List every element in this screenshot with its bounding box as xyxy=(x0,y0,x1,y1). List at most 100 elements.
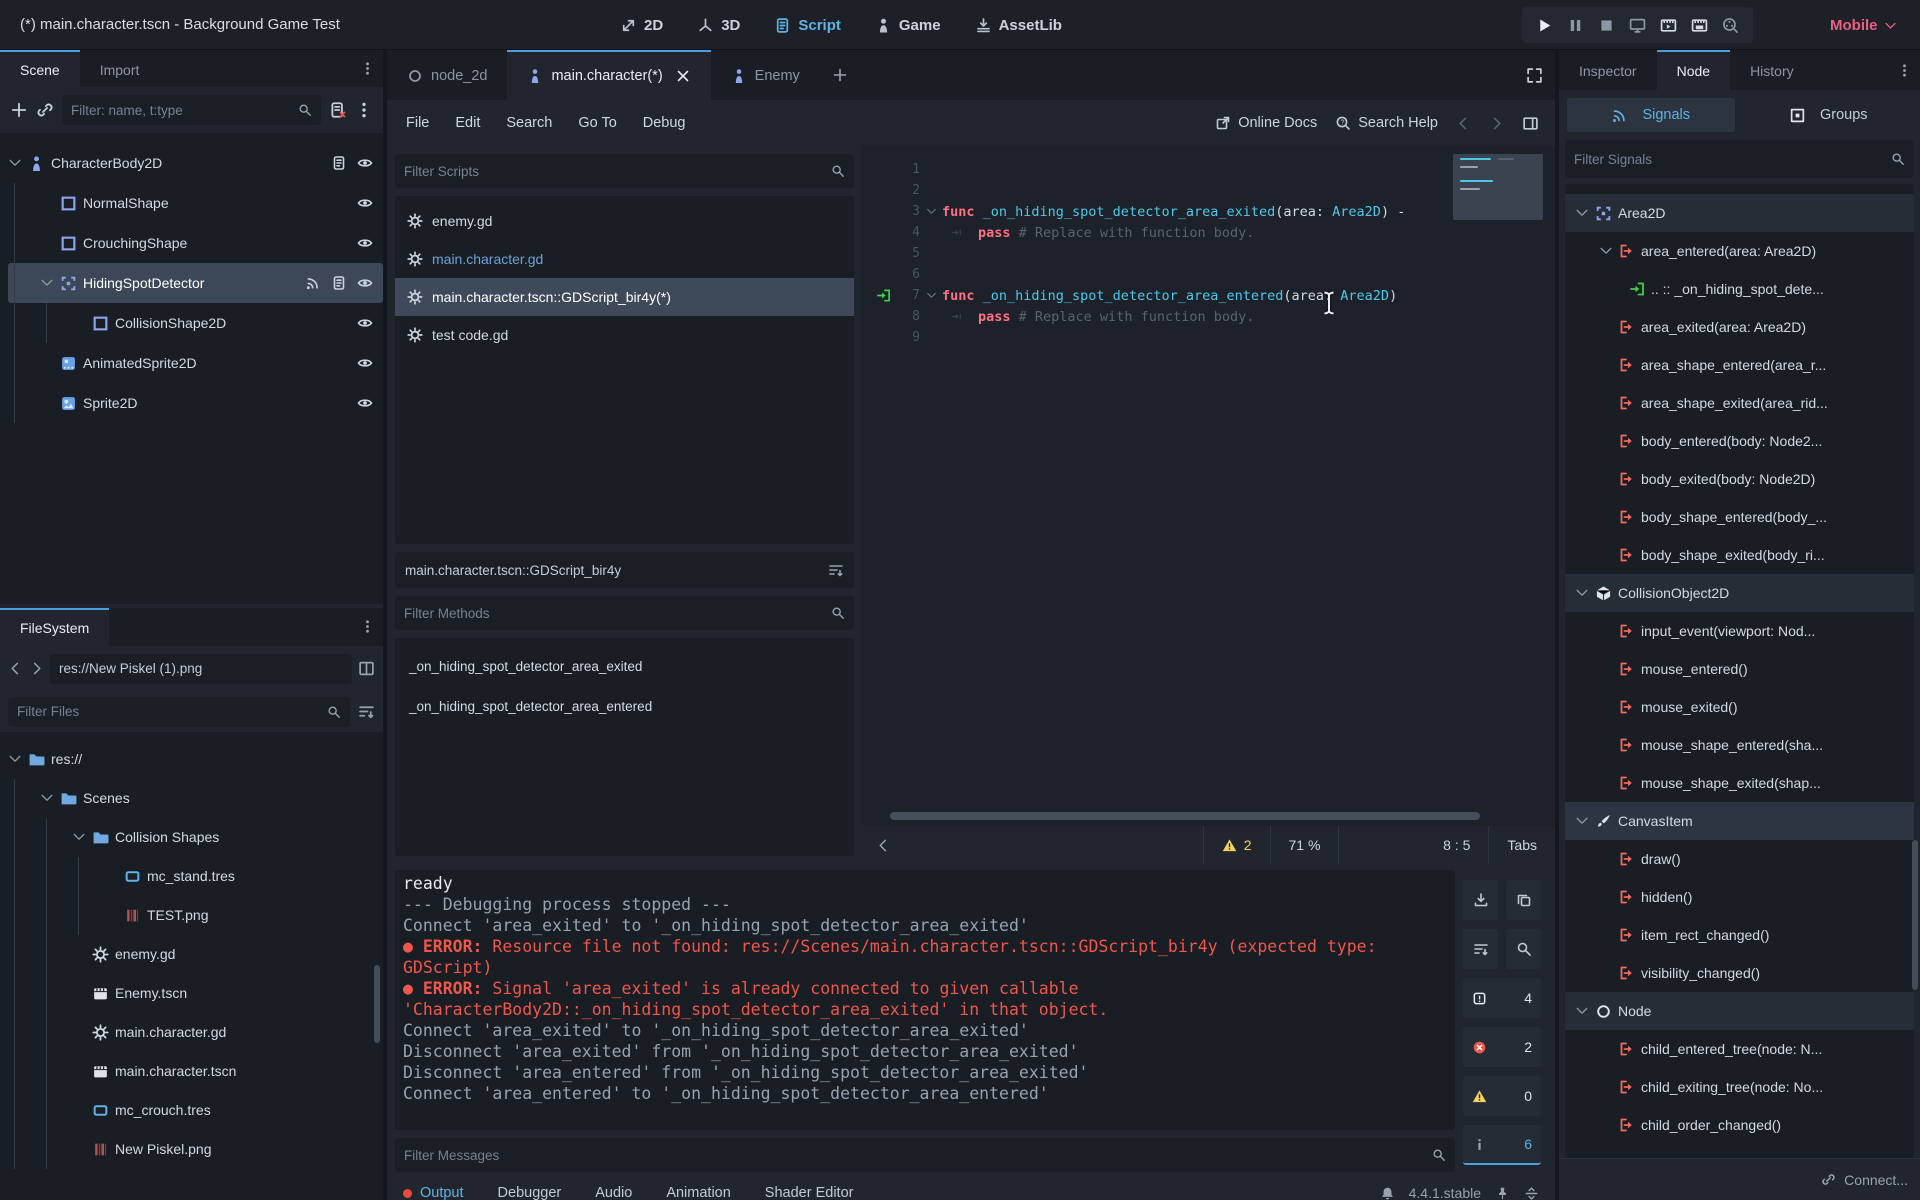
distraction-free-icon[interactable] xyxy=(1526,67,1543,84)
workspace-3d[interactable]: 3D xyxy=(697,17,740,34)
signal-mouse-exited-[interactable]: mouse_exited() xyxy=(1565,688,1914,726)
script-item-enemy-gd[interactable]: enemy.gd xyxy=(395,202,854,240)
script-forward-icon[interactable] xyxy=(1489,116,1504,131)
fold-icon[interactable] xyxy=(1575,206,1589,220)
file-scenes[interactable]: Scenes xyxy=(8,779,383,818)
indent-mode[interactable]: Tabs xyxy=(1488,826,1555,864)
run-profile-dropdown[interactable]: Mobile xyxy=(1830,0,1897,50)
file-res-[interactable]: res:// xyxy=(8,740,383,779)
notification-icon[interactable] xyxy=(1380,1186,1395,1200)
fold-icon[interactable] xyxy=(8,752,22,766)
dock-tab-node[interactable]: Node xyxy=(1657,50,1730,90)
split-view-icon[interactable] xyxy=(358,660,375,677)
eye-icon[interactable] xyxy=(357,275,373,291)
current-path-field[interactable] xyxy=(50,654,352,684)
scene-dock-menu-icon[interactable] xyxy=(360,61,375,76)
signal-body-shape-exited-body-ri-[interactable]: body_shape_exited(body_ri... xyxy=(1565,536,1914,574)
code-minimap[interactable] xyxy=(1453,154,1543,220)
signal-child-exiting-tree-node-no-[interactable]: child_exiting_tree(node: No... xyxy=(1565,1068,1914,1106)
bottom-tab-audio[interactable]: Audio xyxy=(595,1185,632,1200)
tab-groups[interactable]: Groups xyxy=(1745,98,1913,132)
dock-tab-history[interactable]: History xyxy=(1730,50,1814,90)
fold-icon[interactable] xyxy=(1575,814,1589,828)
script-item-test-code-gd[interactable]: test code.gd xyxy=(395,316,854,354)
menu-go-to[interactable]: Go To xyxy=(565,115,629,131)
collapse-scripts-panel-icon[interactable] xyxy=(876,838,891,853)
workspace-script[interactable]: Script xyxy=(774,17,841,34)
history-forward-icon[interactable] xyxy=(29,661,44,676)
play-movie-button[interactable] xyxy=(1660,17,1677,34)
scene-node-characterbody2d[interactable]: CharacterBody2D xyxy=(8,143,383,183)
signal-input-event-viewport-nod-[interactable]: input_event(viewport: Nod... xyxy=(1565,612,1914,650)
scene-tab-main-character-[interactable]: main.character(*) xyxy=(507,50,710,100)
script-item-main-character-tscn-gdscript-bir4y-[interactable]: main.character.tscn::GDScript_bir4y(*) xyxy=(395,278,854,316)
signal-body-exited-body-node2d-[interactable]: body_exited(body: Node2D) xyxy=(1565,460,1914,498)
bottom-tab-animation[interactable]: Animation xyxy=(666,1185,730,1200)
eye-icon[interactable] xyxy=(357,235,373,251)
filter-methods-field[interactable] xyxy=(395,596,854,630)
tab-filesystem[interactable]: FileSystem xyxy=(0,608,109,646)
fold-icon[interactable] xyxy=(1599,244,1613,258)
scene-node-crouchingshape[interactable]: CrouchingShape xyxy=(8,223,383,263)
file-mc-stand-tres[interactable]: mc_stand.tres xyxy=(8,857,383,896)
file-filter-input[interactable] xyxy=(17,704,321,719)
eye-icon[interactable] xyxy=(357,395,373,411)
menu-debug[interactable]: Debug xyxy=(630,115,699,131)
output-log[interactable]: ready--- Debugging process stopped ---Co… xyxy=(395,870,1455,1130)
stop-button[interactable] xyxy=(1598,17,1615,34)
file-main-character-tscn[interactable]: main.character.tscn xyxy=(8,1052,383,1091)
current-path-input[interactable] xyxy=(59,661,343,676)
signal-hidden-[interactable]: hidden() xyxy=(1565,878,1914,916)
scene-node-collisionshape2d[interactable]: CollisionShape2D xyxy=(8,303,383,343)
search-help-button[interactable]: ?Search Help xyxy=(1335,115,1438,131)
tab-scene[interactable]: Scene xyxy=(0,50,80,87)
connect-button[interactable]: Connect... xyxy=(1813,1166,1916,1194)
signal-draw-[interactable]: draw() xyxy=(1565,840,1914,878)
filter-messages-field[interactable] xyxy=(395,1138,1455,1172)
movie-maker-button[interactable] xyxy=(1722,17,1739,34)
file-main-character-gd[interactable]: main.character.gd xyxy=(8,1013,383,1052)
menu-edit[interactable]: Edit xyxy=(442,115,493,131)
node-dock-menu-icon[interactable] xyxy=(1897,63,1912,78)
signal-item-rect-changed-[interactable]: item_rect_changed() xyxy=(1565,916,1914,954)
warnings-filter[interactable]: 0 xyxy=(1463,1076,1541,1116)
workspace-game[interactable]: Game xyxy=(875,17,941,34)
bottom-tab-output[interactable]: Output xyxy=(403,1185,464,1200)
eye-icon[interactable] xyxy=(357,315,373,331)
filter-signals-input[interactable] xyxy=(1574,152,1885,167)
dock-tab-inspector[interactable]: Inspector xyxy=(1559,50,1657,90)
scene-tab-node-2d[interactable]: node_2d xyxy=(387,50,507,100)
script-back-icon[interactable] xyxy=(1456,116,1471,131)
scene-tree-menu-icon[interactable] xyxy=(355,101,373,119)
filesystem-dock-menu-icon[interactable] xyxy=(360,619,375,634)
eye-icon[interactable] xyxy=(357,155,373,171)
pin-bottom-panel-icon[interactable] xyxy=(1495,1186,1510,1200)
expand-bottom-panel-icon[interactable] xyxy=(1524,1186,1539,1200)
tab-signals[interactable]: Signals xyxy=(1567,98,1735,132)
fold-icon[interactable] xyxy=(40,276,54,290)
signal-visibility-changed-[interactable]: visibility_changed() xyxy=(1565,954,1914,992)
fold-icon[interactable] xyxy=(40,791,54,805)
signal-class-node[interactable]: Node xyxy=(1565,992,1914,1030)
file-sort-icon[interactable] xyxy=(358,703,375,720)
save-log-button[interactable] xyxy=(1463,880,1498,920)
scene-node-hidingspotdetector[interactable]: HidingSpotDetector xyxy=(8,263,383,303)
menu-file[interactable]: File xyxy=(393,115,442,131)
fold-icon[interactable] xyxy=(1575,1004,1589,1018)
filter-methods-input[interactable] xyxy=(404,606,825,621)
filter-messages-input[interactable] xyxy=(404,1148,1426,1163)
signal-child-order-changed-[interactable]: child_order_changed() xyxy=(1565,1106,1914,1144)
filter-scripts-field[interactable] xyxy=(395,154,854,188)
signal-area-shape-entered-area-r-[interactable]: area_shape_entered(area_r... xyxy=(1565,346,1914,384)
eye-icon[interactable] xyxy=(357,195,373,211)
movie-folder-button[interactable] xyxy=(1691,17,1708,34)
close-icon[interactable] xyxy=(675,68,691,84)
script-icon[interactable] xyxy=(331,155,347,171)
signal-area-exited-area-area2d-[interactable]: area_exited(area: Area2D) xyxy=(1565,308,1914,346)
filter-signals-field[interactable] xyxy=(1565,140,1914,178)
signal-area-entered-area-area2d-[interactable]: area_entered(area: Area2D) xyxy=(1565,232,1914,270)
fold-icon[interactable] xyxy=(72,830,86,844)
pause-button[interactable] xyxy=(1567,17,1584,34)
code-editor[interactable]: 123func _on_hiding_spot_detector_area_ex… xyxy=(862,146,1555,826)
signal-child-entered-tree-node-n-[interactable]: child_entered_tree(node: N... xyxy=(1565,1030,1914,1068)
